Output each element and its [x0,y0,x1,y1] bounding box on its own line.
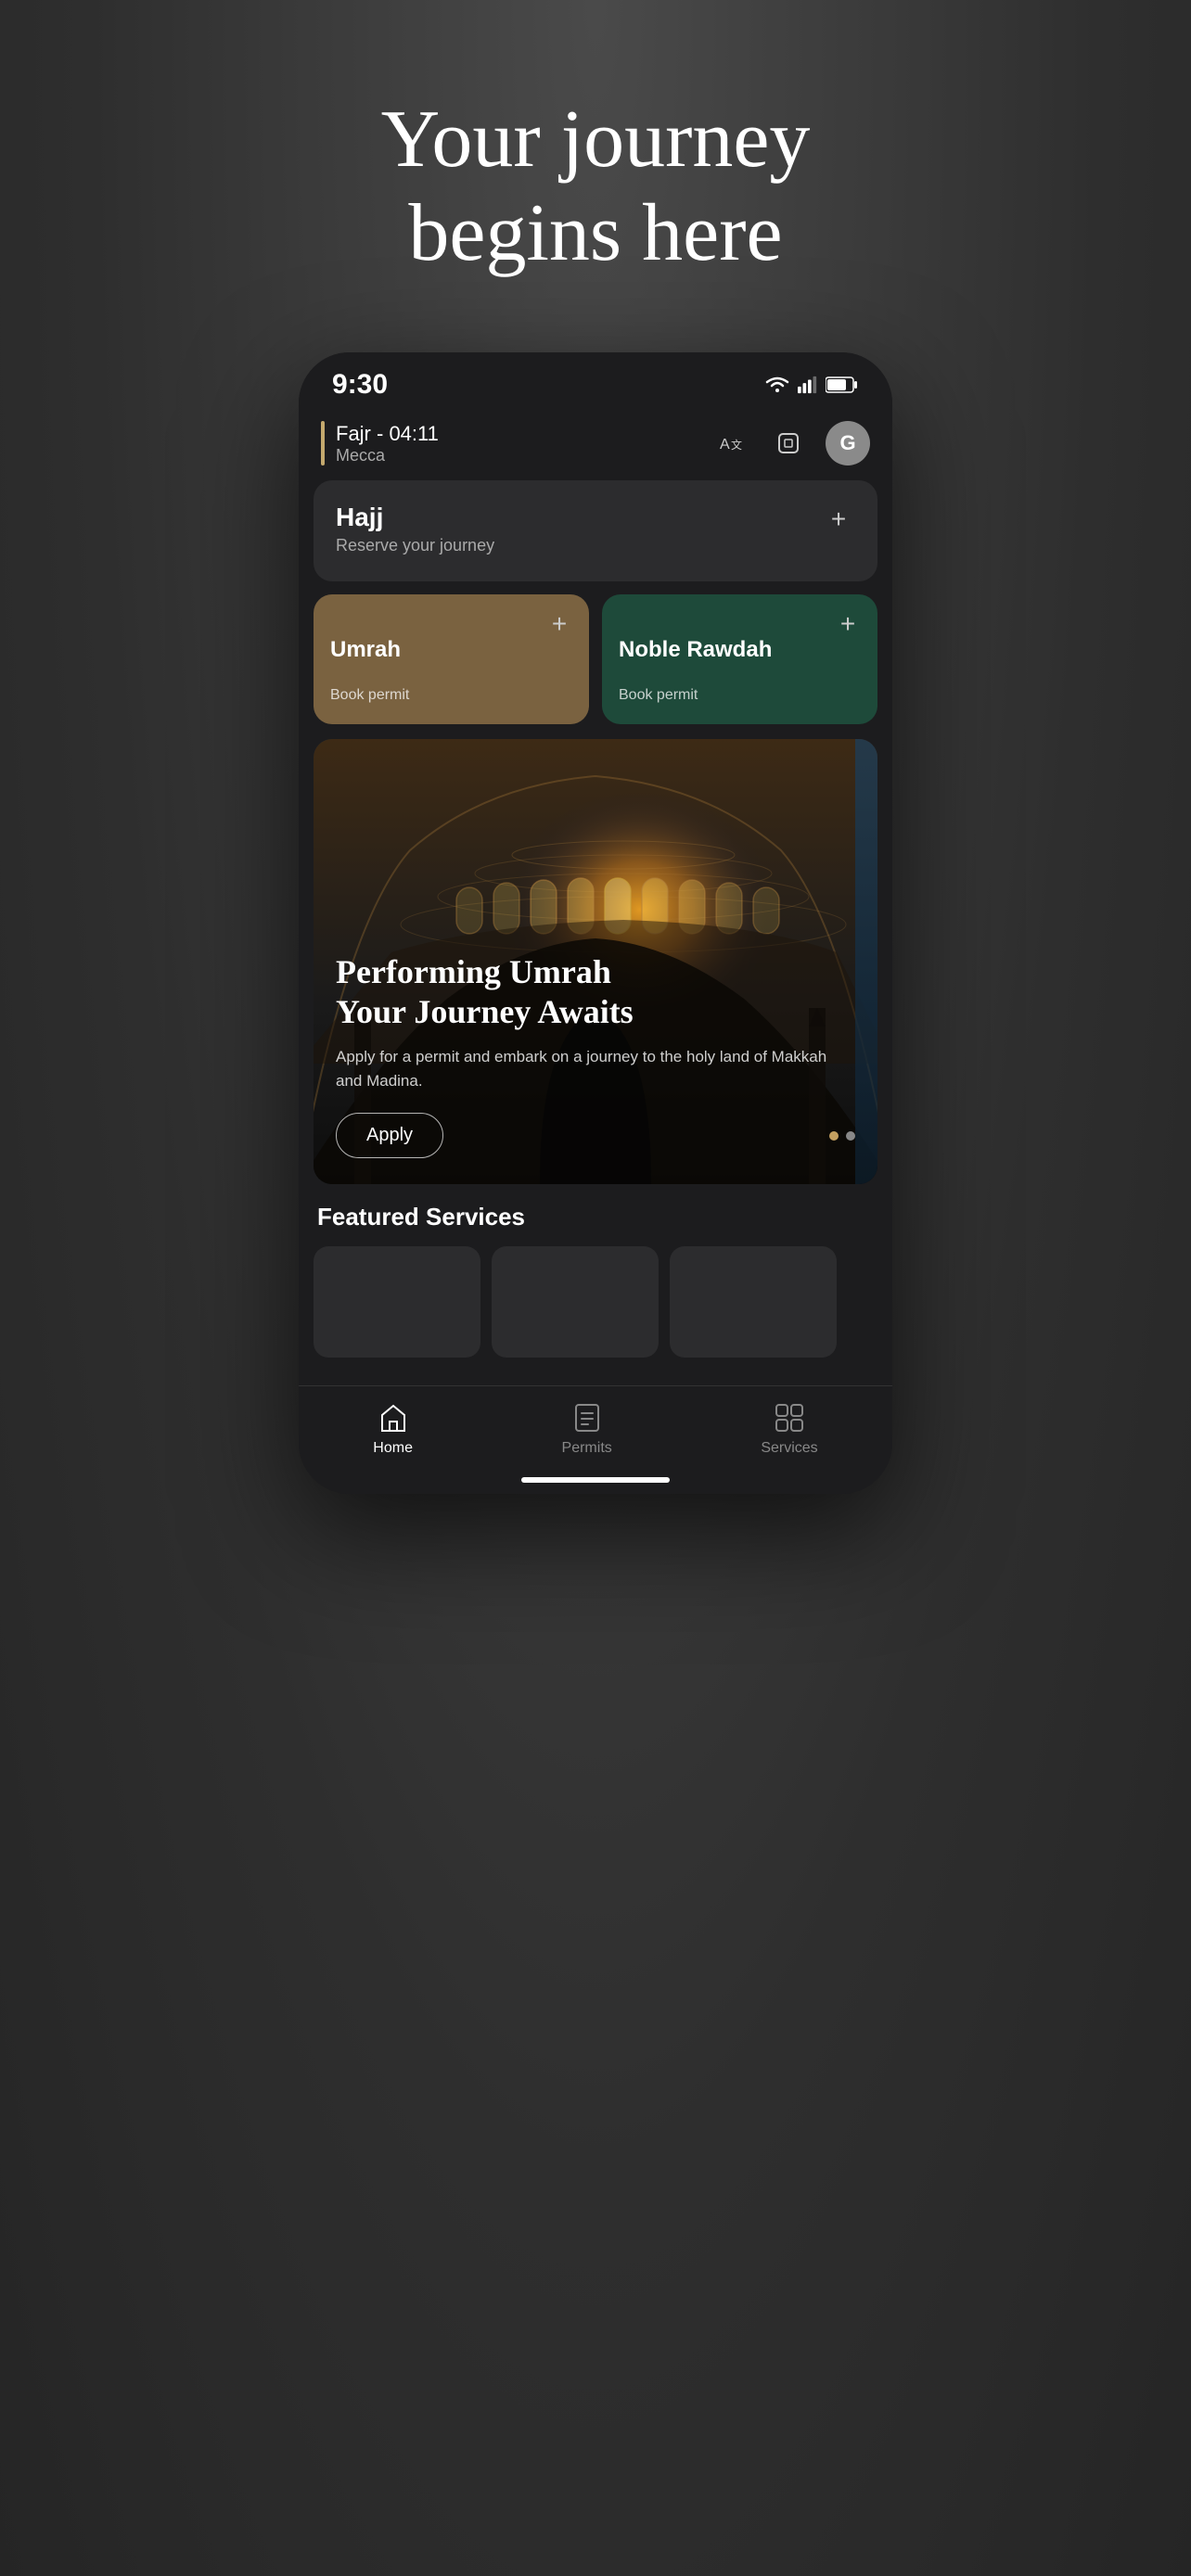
home-nav-label: Home [373,1440,413,1457]
banner-content: Performing Umrah Your Journey Awaits App… [336,952,855,1158]
umrah-title: Umrah [330,637,572,663]
banner-footer: Apply [336,1113,855,1158]
banner-card: Performing Umrah Your Journey Awaits App… [314,739,877,1184]
hajj-title: Hajj [336,503,494,532]
dot-1 [829,1131,839,1141]
rawdah-card[interactable]: + Noble Rawdah Book permit [602,594,877,724]
featured-card-1[interactable] [314,1246,480,1358]
nav-item-services[interactable]: Services [761,1401,817,1457]
hajj-card-text: Hajj Reserve your journey [336,503,494,555]
content-spacer [299,1358,892,1385]
translate-icon[interactable]: A 文 [711,423,751,464]
small-cards-row: + Umrah Book permit + Noble Rawdah Book … [314,594,877,724]
header-actions: A 文 G [711,421,870,465]
prayer-location: Mecca [336,446,439,465]
prayer-bar-accent [321,421,325,465]
wifi-icon [764,376,790,394]
prayer-name: Fajr - 04:11 [336,422,439,446]
bottom-navigation: Home Permits Ser [299,1385,892,1468]
featured-card-3[interactable] [670,1246,837,1358]
nav-item-permits[interactable]: Permits [562,1401,612,1457]
banner-title: Performing Umrah Your Journey Awaits [336,952,855,1032]
featured-services-title: Featured Services [314,1203,877,1231]
prayer-text: Fajr - 04:11 Mecca [336,422,439,465]
umrah-card[interactable]: + Umrah Book permit [314,594,589,724]
services-nav-label: Services [761,1440,817,1457]
avatar-button[interactable]: G [826,421,870,465]
services-icon [773,1401,806,1435]
hajj-card[interactable]: Hajj Reserve your journey + [314,480,877,581]
status-icons [764,376,859,394]
hajj-subtitle: Reserve your journey [336,536,494,555]
umrah-subtitle: Book permit [330,687,572,704]
rawdah-plus-button[interactable]: + [831,607,864,641]
home-icon [377,1401,410,1435]
next-card-peek [855,739,877,1184]
battery-icon [826,376,859,393]
svg-text:A: A [720,437,730,453]
permits-icon [570,1401,604,1435]
home-indicator [521,1477,670,1483]
rawdah-subtitle: Book permit [619,687,861,704]
hero-title: Your journey begins here [381,93,811,280]
main-content: Hajj Reserve your journey + + Umrah Book… [299,480,892,1358]
rawdah-title: Noble Rawdah [619,637,861,663]
nav-item-home[interactable]: Home [373,1401,413,1457]
umrah-plus-button[interactable]: + [543,607,576,641]
svg-text:文: 文 [731,438,742,452]
dot-2 [846,1131,855,1141]
carousel-dots [829,1131,855,1141]
hajj-plus-button[interactable]: + [822,503,855,536]
banner-description: Apply for a permit and embark on a journ… [336,1045,855,1092]
featured-card-2[interactable] [492,1246,659,1358]
featured-cards-row [314,1246,877,1358]
apply-button[interactable]: Apply [336,1113,443,1158]
prayer-info: Fajr - 04:11 Mecca [321,421,439,465]
screen-icon[interactable] [768,423,809,464]
status-time: 9:30 [332,369,388,401]
phone-frame: 9:30 [299,352,892,1494]
permits-nav-label: Permits [562,1440,612,1457]
status-bar: 9:30 [299,352,892,410]
signal-icon [798,376,818,394]
app-header: Fajr - 04:11 Mecca A 文 G [299,410,892,480]
